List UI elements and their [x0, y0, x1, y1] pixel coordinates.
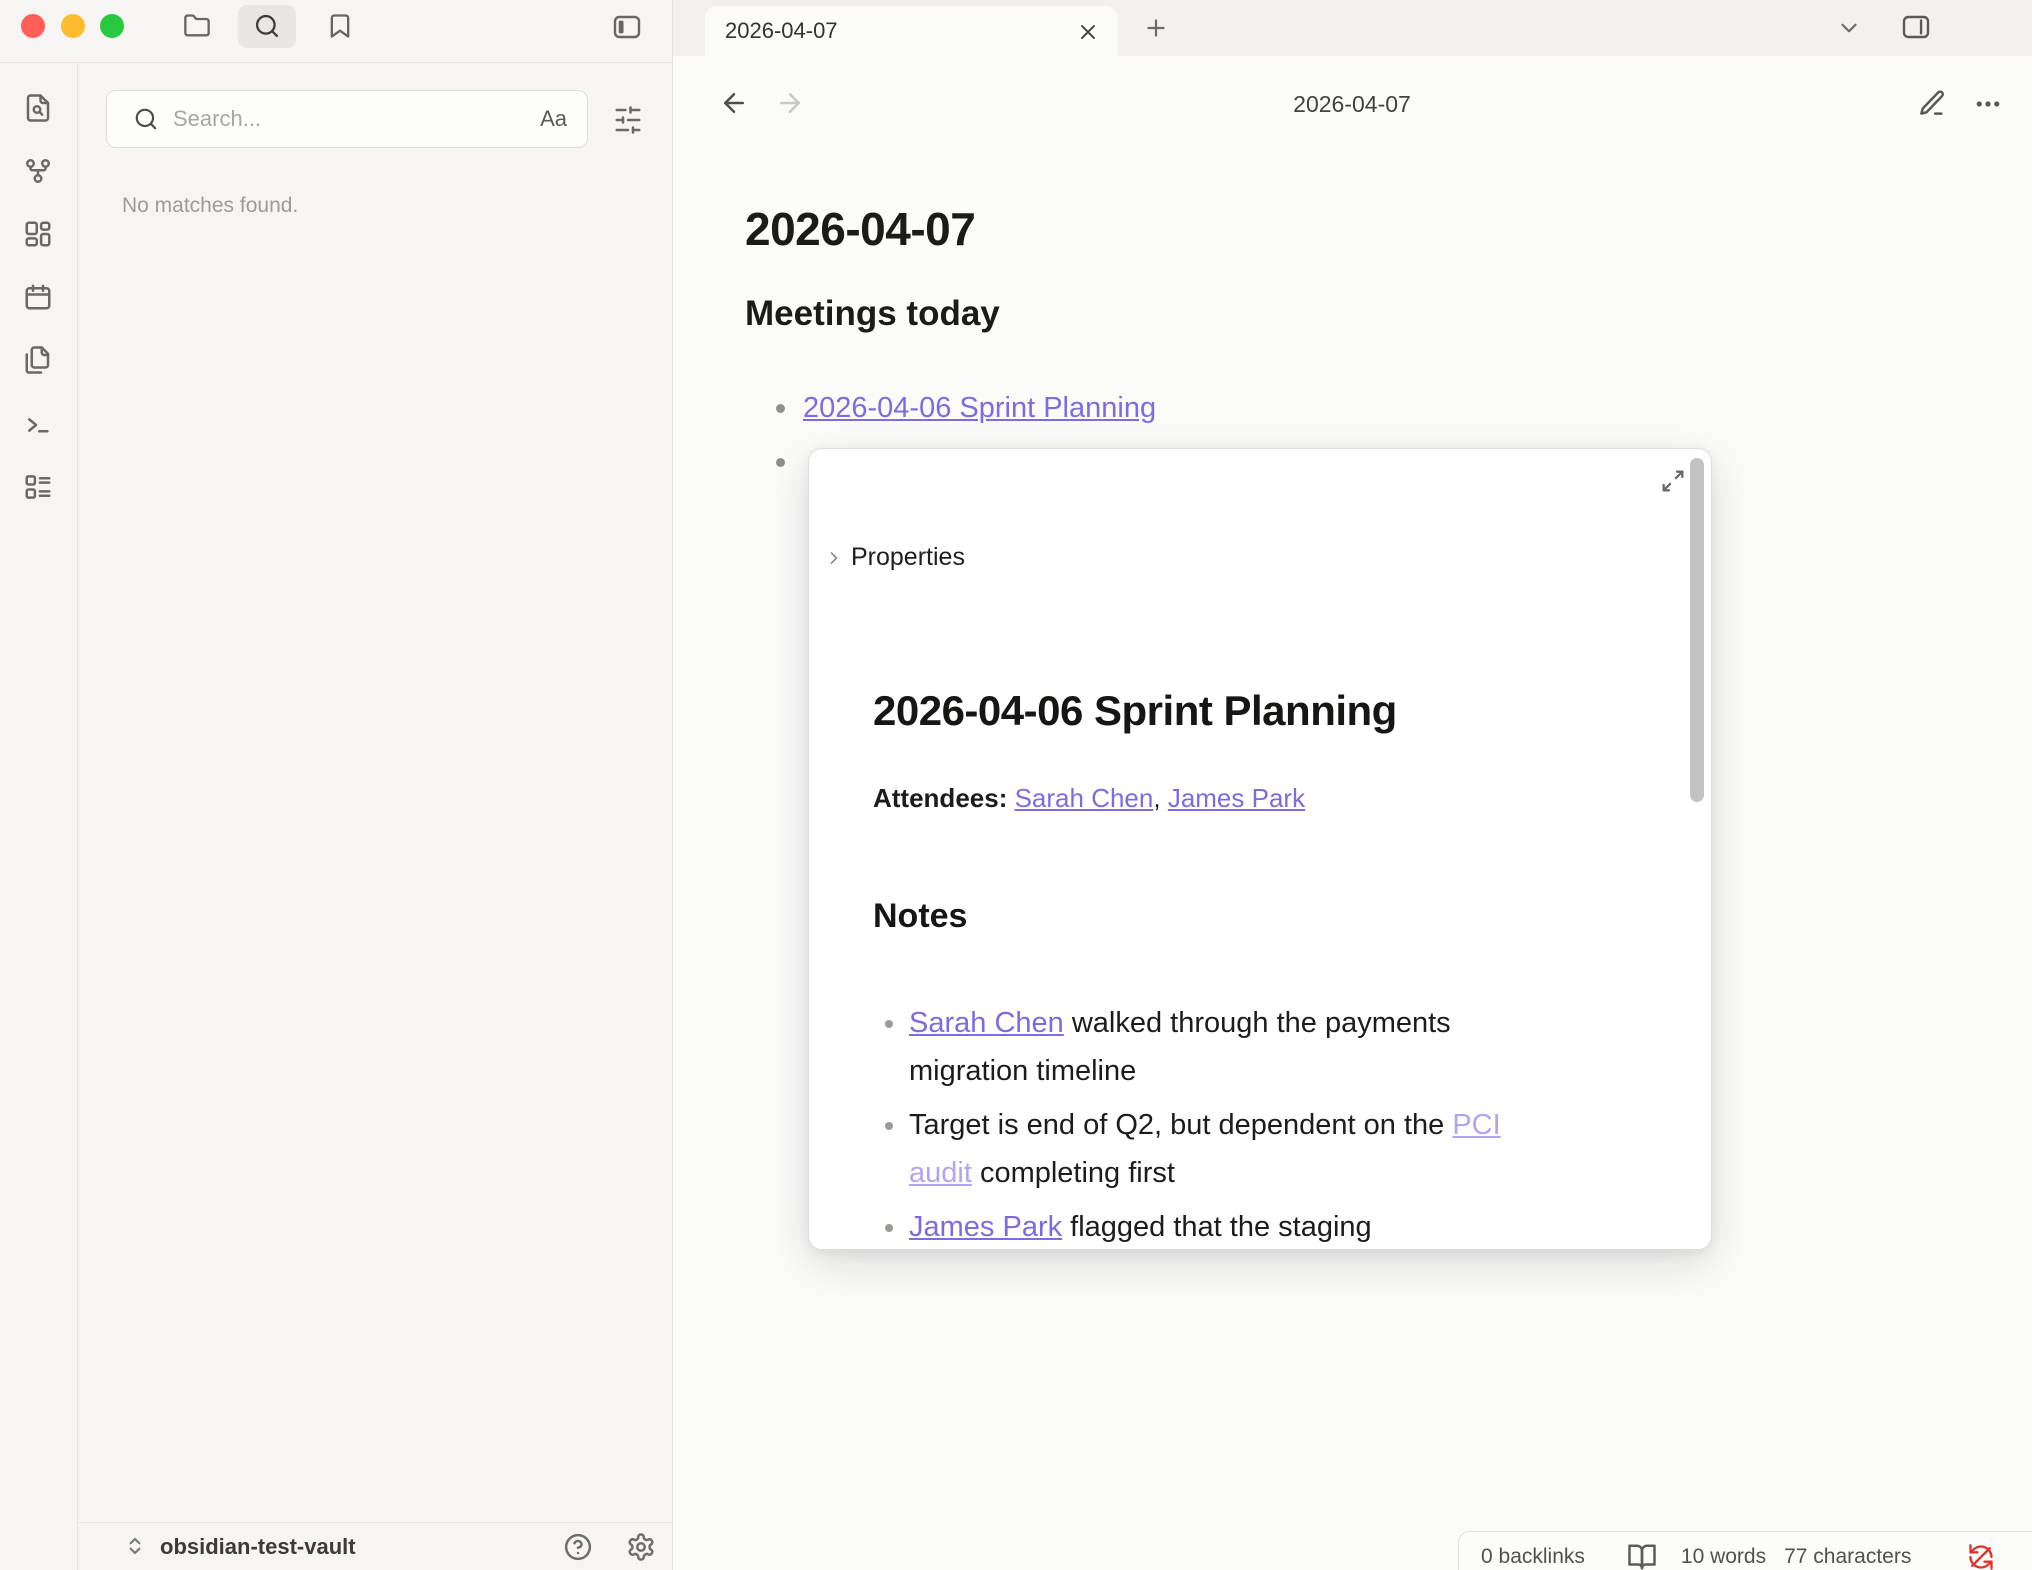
left-chrome: Aa No matches found. obsidian-test-vault: [0, 0, 672, 1570]
popup-notes-heading: Notes: [873, 897, 967, 936]
list-item: 2026-04-06 Sprint Planning: [776, 384, 1156, 432]
daily-note-calendar-icon[interactable]: [23, 282, 53, 312]
layout-list-icon[interactable]: [23, 472, 53, 502]
expand-popup-icon[interactable]: [1659, 467, 1687, 495]
vault-name[interactable]: obsidian-test-vault: [160, 1534, 356, 1560]
settings-gear-icon[interactable]: [626, 1532, 656, 1562]
list-item: Target is end of Q2, but dependent on th…: [885, 1101, 1685, 1197]
canvas-icon[interactable]: [23, 219, 53, 249]
popup-note-title: 2026-04-06 Sprint Planning: [873, 687, 1397, 735]
status-bar: 0 backlinks 10 words 77 characters: [1458, 1531, 2032, 1570]
vault-switcher-chevrons-icon[interactable]: [122, 1533, 148, 1559]
bullet-dot: [885, 1224, 893, 1232]
properties-label[interactable]: Properties: [851, 543, 965, 572]
popup-scrollbar-thumb[interactable]: [1690, 458, 1704, 802]
search-settings-icon[interactable]: [613, 105, 643, 135]
note-heading-h1: 2026-04-07: [745, 202, 975, 256]
tab-list-chevron-down-icon[interactable]: [1836, 15, 1862, 41]
help-icon[interactable]: [563, 1532, 593, 1562]
titlebar-divider: [0, 62, 672, 63]
popup-notes-list: Sarah Chen walked through the payments m…: [885, 999, 1685, 1250]
ribbon-divider: [77, 62, 78, 1570]
bullet-dot: [885, 1020, 893, 1028]
attendees-label: Attendees:: [873, 783, 1007, 813]
file-search-icon[interactable]: [23, 93, 53, 123]
new-tab-plus-icon[interactable]: [1143, 15, 1169, 41]
internal-link-james-park[interactable]: James Park: [909, 1211, 1062, 1243]
note-heading-h2: Meetings today: [745, 294, 1000, 334]
internal-link-sprint-planning[interactable]: 2026-04-06 Sprint Planning: [803, 392, 1156, 424]
list-item: Sarah Chen walked through the payments m…: [885, 999, 1685, 1095]
macos-minimize-button[interactable]: [61, 14, 85, 38]
search-icon[interactable]: [253, 12, 281, 40]
view-header-title: 2026-04-07: [672, 91, 2032, 118]
files-folder-icon[interactable]: [183, 12, 211, 40]
backlinks-count[interactable]: 0 backlinks: [1481, 1545, 1585, 1569]
tab-close-icon[interactable]: [1076, 20, 1100, 44]
hover-preview-popup: Properties 2026-04-06 Sprint Planning At…: [808, 448, 1712, 1250]
graph-view-icon[interactable]: [23, 156, 53, 186]
bullet-dot: [885, 1122, 893, 1130]
more-options-icon[interactable]: [1973, 89, 2003, 119]
unresolved-link-pci-audit[interactable]: audit: [909, 1157, 972, 1189]
macos-close-button[interactable]: [21, 14, 45, 38]
reading-mode-book-icon[interactable]: [1627, 1542, 1657, 1570]
internal-link-sarah-chen[interactable]: Sarah Chen: [1015, 783, 1154, 813]
templates-copy-icon[interactable]: [23, 345, 53, 375]
macos-zoom-button[interactable]: [100, 14, 124, 38]
search-box: Aa: [106, 90, 588, 148]
left-sidebar-toggle-icon[interactable]: [611, 11, 643, 43]
obsidian-window: Aa No matches found. obsidian-test-vault…: [0, 0, 2032, 1570]
sync-error-icon[interactable]: [1967, 1543, 1995, 1570]
bookmark-icon[interactable]: [326, 12, 354, 40]
terminal-icon[interactable]: [23, 410, 53, 440]
tab-bar: 2026-04-07: [673, 0, 2032, 56]
word-count: 10 words: [1681, 1545, 1766, 1569]
list-item: James Park flagged that the staging: [885, 1203, 1685, 1250]
internal-link-james-park[interactable]: James Park: [1168, 783, 1305, 813]
bullet-dot: [776, 404, 785, 413]
search-input-icon: [133, 106, 159, 132]
internal-link-sarah-chen[interactable]: Sarah Chen: [909, 1007, 1064, 1039]
no-matches-message: No matches found.: [122, 194, 298, 218]
edit-pencil-icon[interactable]: [1917, 88, 1947, 118]
sidebar-bottom-divider: [78, 1522, 672, 1523]
search-input[interactable]: [173, 106, 540, 132]
tab-title: 2026-04-07: [725, 18, 838, 44]
properties-chevron-right-icon[interactable]: [824, 548, 844, 568]
sidebar-main-divider: [672, 0, 673, 1570]
unresolved-link-pci-audit[interactable]: PCI: [1452, 1109, 1500, 1141]
match-case-toggle[interactable]: Aa: [540, 106, 567, 132]
right-sidebar-toggle-icon[interactable]: [1900, 11, 1932, 43]
popup-attendees-line: Attendees: Sarah Chen, James Park: [873, 783, 1305, 814]
character-count: 77 characters: [1784, 1545, 1911, 1569]
bullet-dot: [776, 458, 785, 467]
tab-2026-04-07[interactable]: 2026-04-07: [705, 6, 1118, 56]
